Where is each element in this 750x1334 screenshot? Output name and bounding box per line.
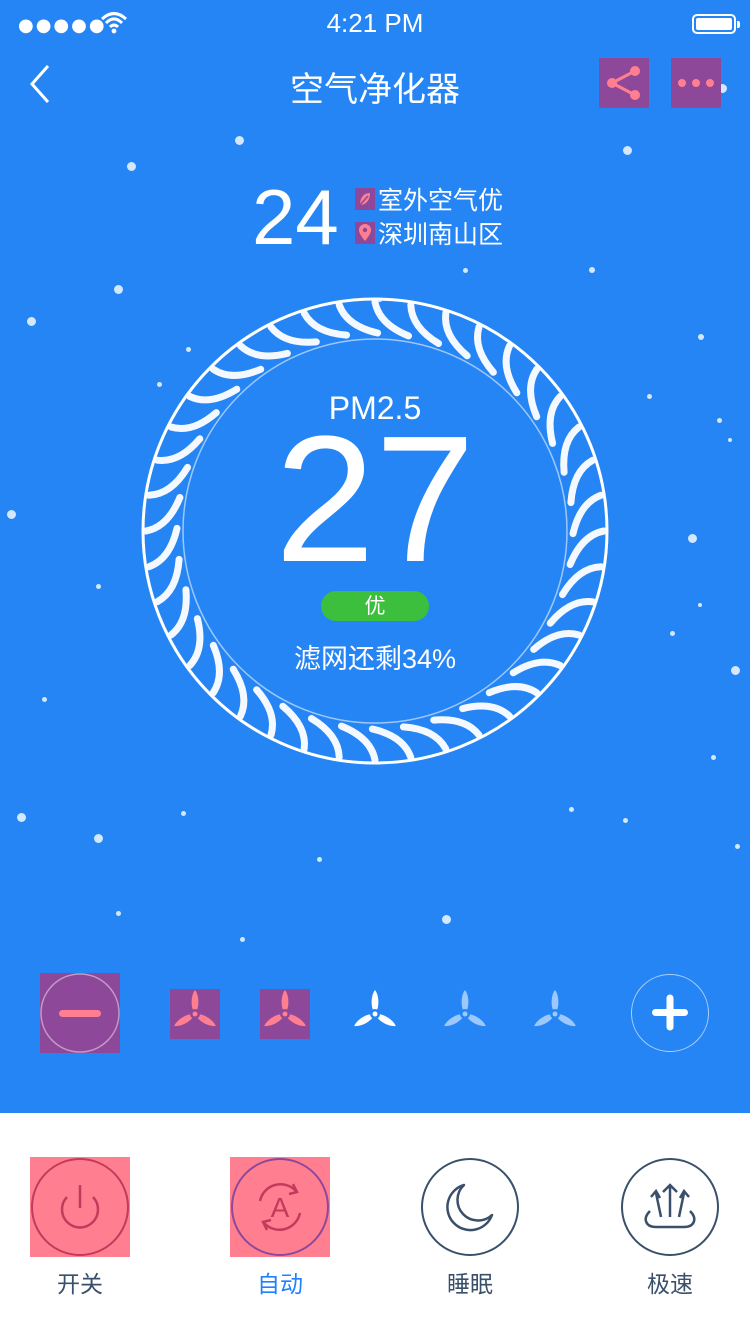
dial-blade <box>442 309 471 360</box>
moon-icon <box>421 1158 519 1256</box>
fan-icon[interactable] <box>530 989 580 1039</box>
snow-dot <box>180 810 186 816</box>
purifier-panel: ●●●●● 4:21 PM 空气净化器 24 室外空气优 深圳南山区 PM2.5… <box>0 0 750 1113</box>
dial-blade <box>335 301 382 337</box>
share-button[interactable] <box>599 58 649 108</box>
power-label: 开关 <box>57 1271 103 1297</box>
snow-dot <box>698 334 704 340</box>
location: 深圳南山区 <box>355 215 503 251</box>
dial-blade <box>399 723 450 753</box>
status-bar: ●●●●● 4:21 PM <box>0 0 750 48</box>
snow-dot <box>462 267 468 273</box>
auto-mode-label: 自动 <box>257 1271 303 1297</box>
snow-dot <box>316 856 322 862</box>
dial-blade <box>300 309 351 339</box>
location-text: 深圳南山区 <box>378 221 504 249</box>
snow-dot <box>568 806 574 812</box>
turbo-mode-button[interactable] <box>620 1157 720 1257</box>
outdoor-temperature: 24 <box>252 173 339 261</box>
dial-blade <box>368 725 415 761</box>
auto-mode-button[interactable]: A <box>230 1157 330 1257</box>
leaf-icon <box>355 188 375 210</box>
snow-dot <box>113 284 123 294</box>
air-quality-badge: 优 <box>321 591 429 621</box>
dial-blade <box>209 365 265 379</box>
power-button[interactable] <box>30 1157 130 1257</box>
fan-icon[interactable] <box>350 989 400 1039</box>
snow-dot <box>734 843 740 849</box>
snow-dot <box>441 914 451 924</box>
snow-dot <box>710 754 716 760</box>
plus-icon <box>652 994 688 1031</box>
fan-icon[interactable] <box>260 989 310 1039</box>
snow-dot <box>698 603 702 607</box>
snow-dot <box>622 817 628 823</box>
minus-icon <box>40 973 120 1053</box>
dial-blade <box>485 683 541 697</box>
svg-text:A: A <box>271 1192 290 1223</box>
decrease-speed-button[interactable] <box>40 973 120 1053</box>
outdoor-air-status: 室外空气优 <box>355 181 503 217</box>
dial-blade <box>229 665 248 720</box>
snow-dot <box>41 696 47 702</box>
dial-blade <box>407 301 443 347</box>
more-button[interactable] <box>671 58 721 108</box>
snow-dot <box>669 630 675 636</box>
turbo-mode-label: 极速 <box>647 1271 693 1297</box>
dial-blade <box>459 702 514 720</box>
dial-blade <box>267 323 320 346</box>
snow-dot <box>234 135 244 145</box>
dial-blade <box>236 342 291 360</box>
sleep-mode-button[interactable] <box>420 1157 520 1257</box>
outdoor-air-text: 室外空气优 <box>378 187 504 215</box>
snow-dot <box>115 910 121 916</box>
more-icon <box>678 79 714 87</box>
pm25-value: 27 <box>274 399 476 600</box>
snow-dot <box>126 161 136 171</box>
fan-icon[interactable] <box>170 989 220 1039</box>
snow-dot <box>26 316 36 326</box>
dial-blade <box>307 715 343 761</box>
power-icon <box>31 1158 129 1256</box>
battery-icon <box>692 14 740 34</box>
location-pin-icon <box>355 222 375 244</box>
dial-blade <box>279 702 308 753</box>
snow-dot <box>239 936 245 942</box>
filter-remaining: 滤网还剩34% <box>293 644 457 674</box>
sleep-mode-label: 睡眠 <box>447 1271 493 1297</box>
turbo-icon <box>621 1158 719 1256</box>
dial-blade <box>167 586 190 639</box>
dial-blade <box>546 598 597 627</box>
status-time: 4:21 PM <box>326 8 424 38</box>
auto-mode-icon: A <box>231 1158 329 1256</box>
snow-dot <box>622 145 632 155</box>
snow-dot <box>16 812 26 822</box>
fan-icon[interactable] <box>440 989 490 1039</box>
dial-blade <box>253 686 276 739</box>
increase-speed-button[interactable] <box>631 974 709 1052</box>
share-icon <box>607 66 640 100</box>
dial-blade <box>502 342 521 397</box>
dial-blade <box>430 716 483 739</box>
snow-dot <box>93 833 103 843</box>
snow-dot <box>589 267 595 273</box>
dial-blade <box>474 323 497 376</box>
